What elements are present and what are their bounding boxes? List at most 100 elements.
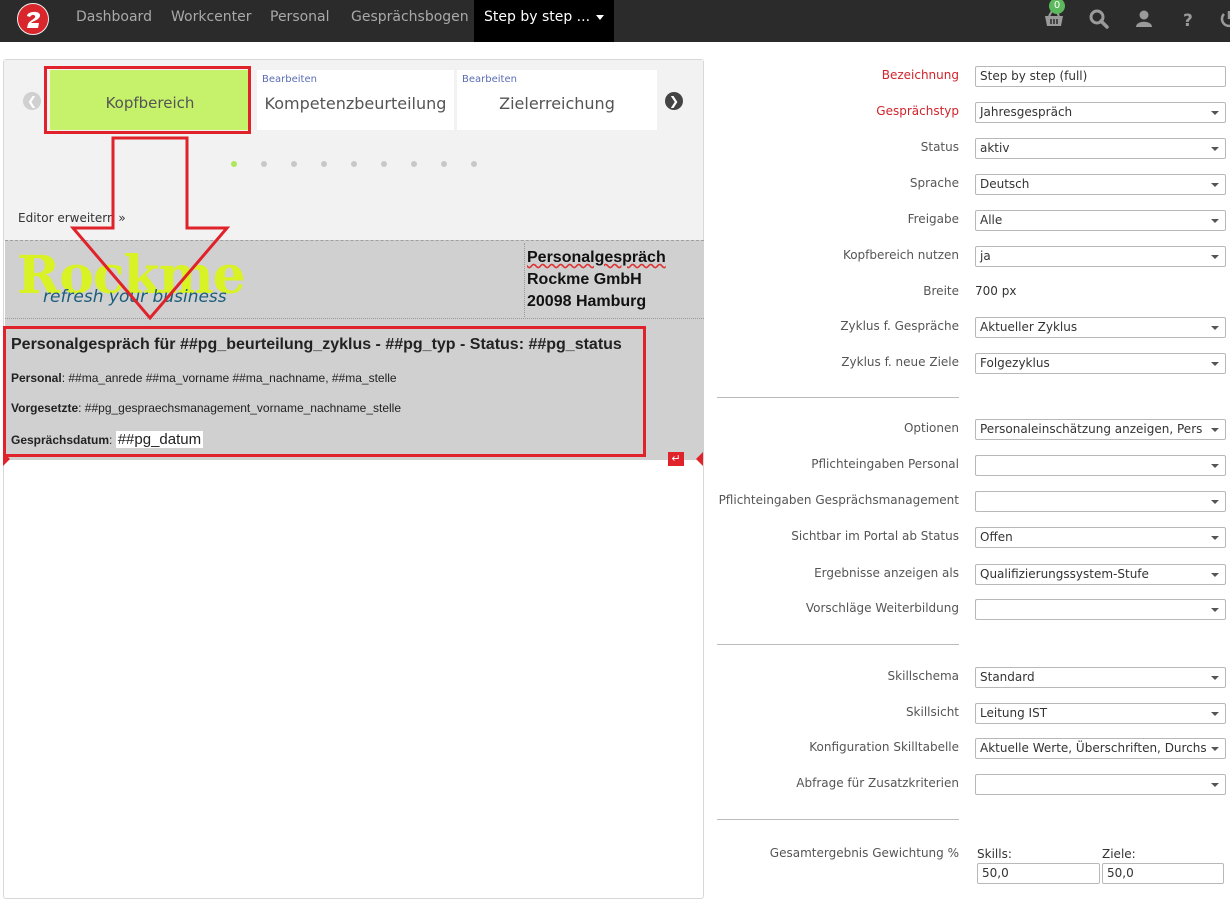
label-pflichteingaben-personal: Pflichteingaben Personal (811, 457, 959, 471)
form-row-ergebnisse-anzeigen-als: Ergebnisse anzeigen als Qualifizierungssy… (716, 563, 1230, 587)
label-skillsicht: Skillsicht (905, 705, 959, 719)
select-skillschema[interactable]: Standard (975, 667, 1226, 688)
select-zyklus-f-gesprache[interactable]: Aktueller Zyklus (975, 317, 1226, 338)
enter-icon[interactable]: ↵ (668, 452, 684, 466)
carousel-dot[interactable] (471, 161, 477, 167)
search-icon[interactable] (1088, 8, 1110, 30)
datum-label: Gesprächsdatum (11, 433, 110, 447)
select-gesprachstyp[interactable]: Jahresgespräch (975, 102, 1226, 123)
label-zyklus-f-neue-ziele: Zyklus f. neue Ziele (841, 355, 959, 369)
form-row-sprache: Sprache Deutsch (716, 173, 1230, 197)
select-status[interactable]: aktiv (975, 138, 1226, 159)
slide-title: Kompetenzbeurteilung (264, 94, 447, 113)
vorgesetzte-value: : ##pg_gespraechsmanagement_vorname_nach… (78, 401, 402, 415)
slide-zielerreichung[interactable]: Bearbeiten Zielerreichung (457, 70, 657, 130)
select-sichtbar-im-portal-ab-status[interactable]: Offen (975, 527, 1226, 548)
select-ergebnisse-anzeigen-als[interactable]: Qualifizierungssystem-Stufe (975, 564, 1226, 585)
label-sprache: Sprache (909, 176, 959, 190)
top-navbar: Dashboard Workcenter Personal Gesprächsb… (0, 0, 1230, 42)
select-pflichteingaben-personal[interactable] (975, 455, 1226, 476)
label-kopfbereich-nutzen: Kopfbereich nutzen (842, 248, 959, 262)
label-breite: Breite (923, 284, 959, 298)
carousel-dot[interactable] (261, 161, 267, 167)
edit-link[interactable]: Bearbeiten (462, 74, 517, 85)
label-ergebnisse-anzeigen-als: Ergebnisse anzeigen als (814, 566, 959, 580)
gewichtung-label: Gesamtergebnis Gewichtung % (769, 846, 959, 860)
select-skillsicht[interactable]: Leitung IST (975, 703, 1226, 724)
nav-step-by-step-dropdown[interactable]: Step by step ... (474, 0, 615, 42)
ziele-weight-input[interactable]: 50,0 (1102, 863, 1224, 884)
form-row-skillsicht: Skillsicht Leitung IST (716, 702, 1230, 726)
label-sichtbar-im-portal-ab-status: Sichtbar im Portal ab Status (791, 529, 959, 543)
edit-link[interactable]: Bearbeiten (262, 74, 317, 85)
select-konfiguration-skilltabelle[interactable]: Aktuelle Werte, Überschriften, Durchs (975, 738, 1226, 759)
carousel-dot[interactable] (351, 161, 357, 167)
help-icon[interactable]: ? (1178, 8, 1200, 31)
ziele-label: Ziele: (1102, 847, 1136, 861)
company-line-3: 20098 Hamburg (527, 293, 647, 310)
form-row-konfiguration-skilltabelle: Konfiguration Skilltabelle Aktuelle Werte… (716, 737, 1230, 761)
form-row-freigabe: Freigabe Alle (716, 209, 1230, 233)
resize-marker-left (3, 452, 10, 466)
form-row-bezeichnung: Bezeichnung Step by step (full) (716, 65, 1230, 89)
svg-text:?: ? (1183, 11, 1193, 30)
form-row-status: Status aktiv (716, 137, 1230, 161)
carousel-dot[interactable] (441, 161, 447, 167)
nav-personal[interactable]: Personal (270, 0, 330, 42)
select-sprache[interactable]: Deutsch (975, 174, 1226, 195)
form-row-zyklus-f-neue-ziele: Zyklus f. neue Ziele Folgezyklus (716, 352, 1230, 376)
nav-dashboard[interactable]: Dashboard (76, 0, 152, 42)
select-abfrage-fur-zusatzkriterien[interactable] (975, 774, 1226, 795)
label-bezeichnung: Bezeichnung (881, 68, 959, 82)
form-row-vorschlage-weiterbildung: Vorschläge Weiterbildung (716, 598, 1230, 622)
personal-line: Personal: ##ma_anrede ##ma_vorname ##ma_… (11, 371, 397, 385)
carousel-dot[interactable] (381, 161, 387, 167)
select-zyklus-f-neue-ziele[interactable]: Folgezyklus (975, 353, 1226, 374)
personal-label: Personal (11, 371, 62, 385)
label-skillschema: Skillschema (887, 669, 959, 683)
company-address: Personalgespräch Rockme GmbH 20098 Hambu… (527, 247, 666, 313)
nav-workcenter[interactable]: Workcenter (171, 0, 252, 42)
user-icon[interactable] (1133, 8, 1155, 30)
input-bezeichnung[interactable]: Step by step (full) (975, 66, 1226, 87)
chevron-left-icon[interactable]: ❮ (23, 92, 41, 110)
skills-weight-input[interactable]: 50,0 (977, 863, 1100, 884)
form-row-kopfbereich-nutzen: Kopfbereich nutzen ja (716, 245, 1230, 269)
select-pflichteingaben-gesprachsmanagement[interactable] (975, 491, 1226, 512)
down-arrow-annotation (70, 136, 231, 321)
form-row-optionen: Optionen Personaleinschätzung anzeigen, P… (716, 418, 1230, 442)
form-divider (717, 819, 959, 820)
vorgesetzte-label: Vorgesetzte (11, 401, 79, 415)
chevron-right-icon[interactable]: ❯ (665, 92, 683, 110)
carousel-dot[interactable] (411, 161, 417, 167)
select-vorschlage-weiterbildung[interactable] (975, 599, 1226, 620)
select-freigabe[interactable]: Alle (975, 210, 1226, 231)
nav-gespraechsbogen[interactable]: Gesprächsbogen (351, 0, 469, 42)
carousel-dot[interactable] (291, 161, 297, 167)
label-gesprachstyp: Gesprächstyp (876, 104, 959, 118)
slide-kompetenzbeurteilung[interactable]: Bearbeiten Kompetenzbeurteilung (257, 70, 454, 130)
select-optionen[interactable]: Personaleinschätzung anzeigen, Pers (975, 419, 1226, 440)
form-row-zyklus-f-gesprache: Zyklus f. Gespräche Aktueller Zyklus (716, 316, 1230, 340)
power-icon[interactable] (1218, 8, 1230, 30)
label-zyklus-f-gesprache: Zyklus f. Gespräche (840, 319, 959, 333)
app-logo[interactable] (17, 3, 49, 35)
datum-line: Gesprächsdatum: ##pg_datum (11, 431, 204, 448)
slide-kopfbereich[interactable]: Kopfbereich (50, 70, 250, 130)
skills-label: Skills: (977, 847, 1012, 861)
label-status: Status (920, 140, 959, 154)
company-line-2: Rockme GmbH (527, 271, 642, 288)
carousel-dot[interactable] (321, 161, 327, 167)
label-pflichteingaben-gesprachsmanagement: Pflichteingaben Gesprächsmanagement (718, 493, 959, 507)
slide-title: Kopfbereich (105, 94, 195, 112)
label-konfiguration-skilltabelle: Konfiguration Skilltabelle (809, 740, 959, 754)
form-divider (717, 644, 959, 645)
label-optionen: Optionen (903, 421, 959, 435)
form-row-pflichteingaben-gesprachsmanagement: Pflichteingaben Gesprächsmanagement (716, 490, 1230, 514)
personal-value: : ##ma_anrede ##ma_vorname ##ma_nachname… (61, 371, 397, 385)
form-row-skillschema: Skillschema Standard (716, 666, 1230, 690)
company-line-1: Personalgespräch (527, 249, 666, 266)
form-divider (717, 397, 959, 398)
label-freigabe: Freigabe (907, 212, 959, 226)
select-kopfbereich-nutzen[interactable]: ja (975, 246, 1226, 267)
